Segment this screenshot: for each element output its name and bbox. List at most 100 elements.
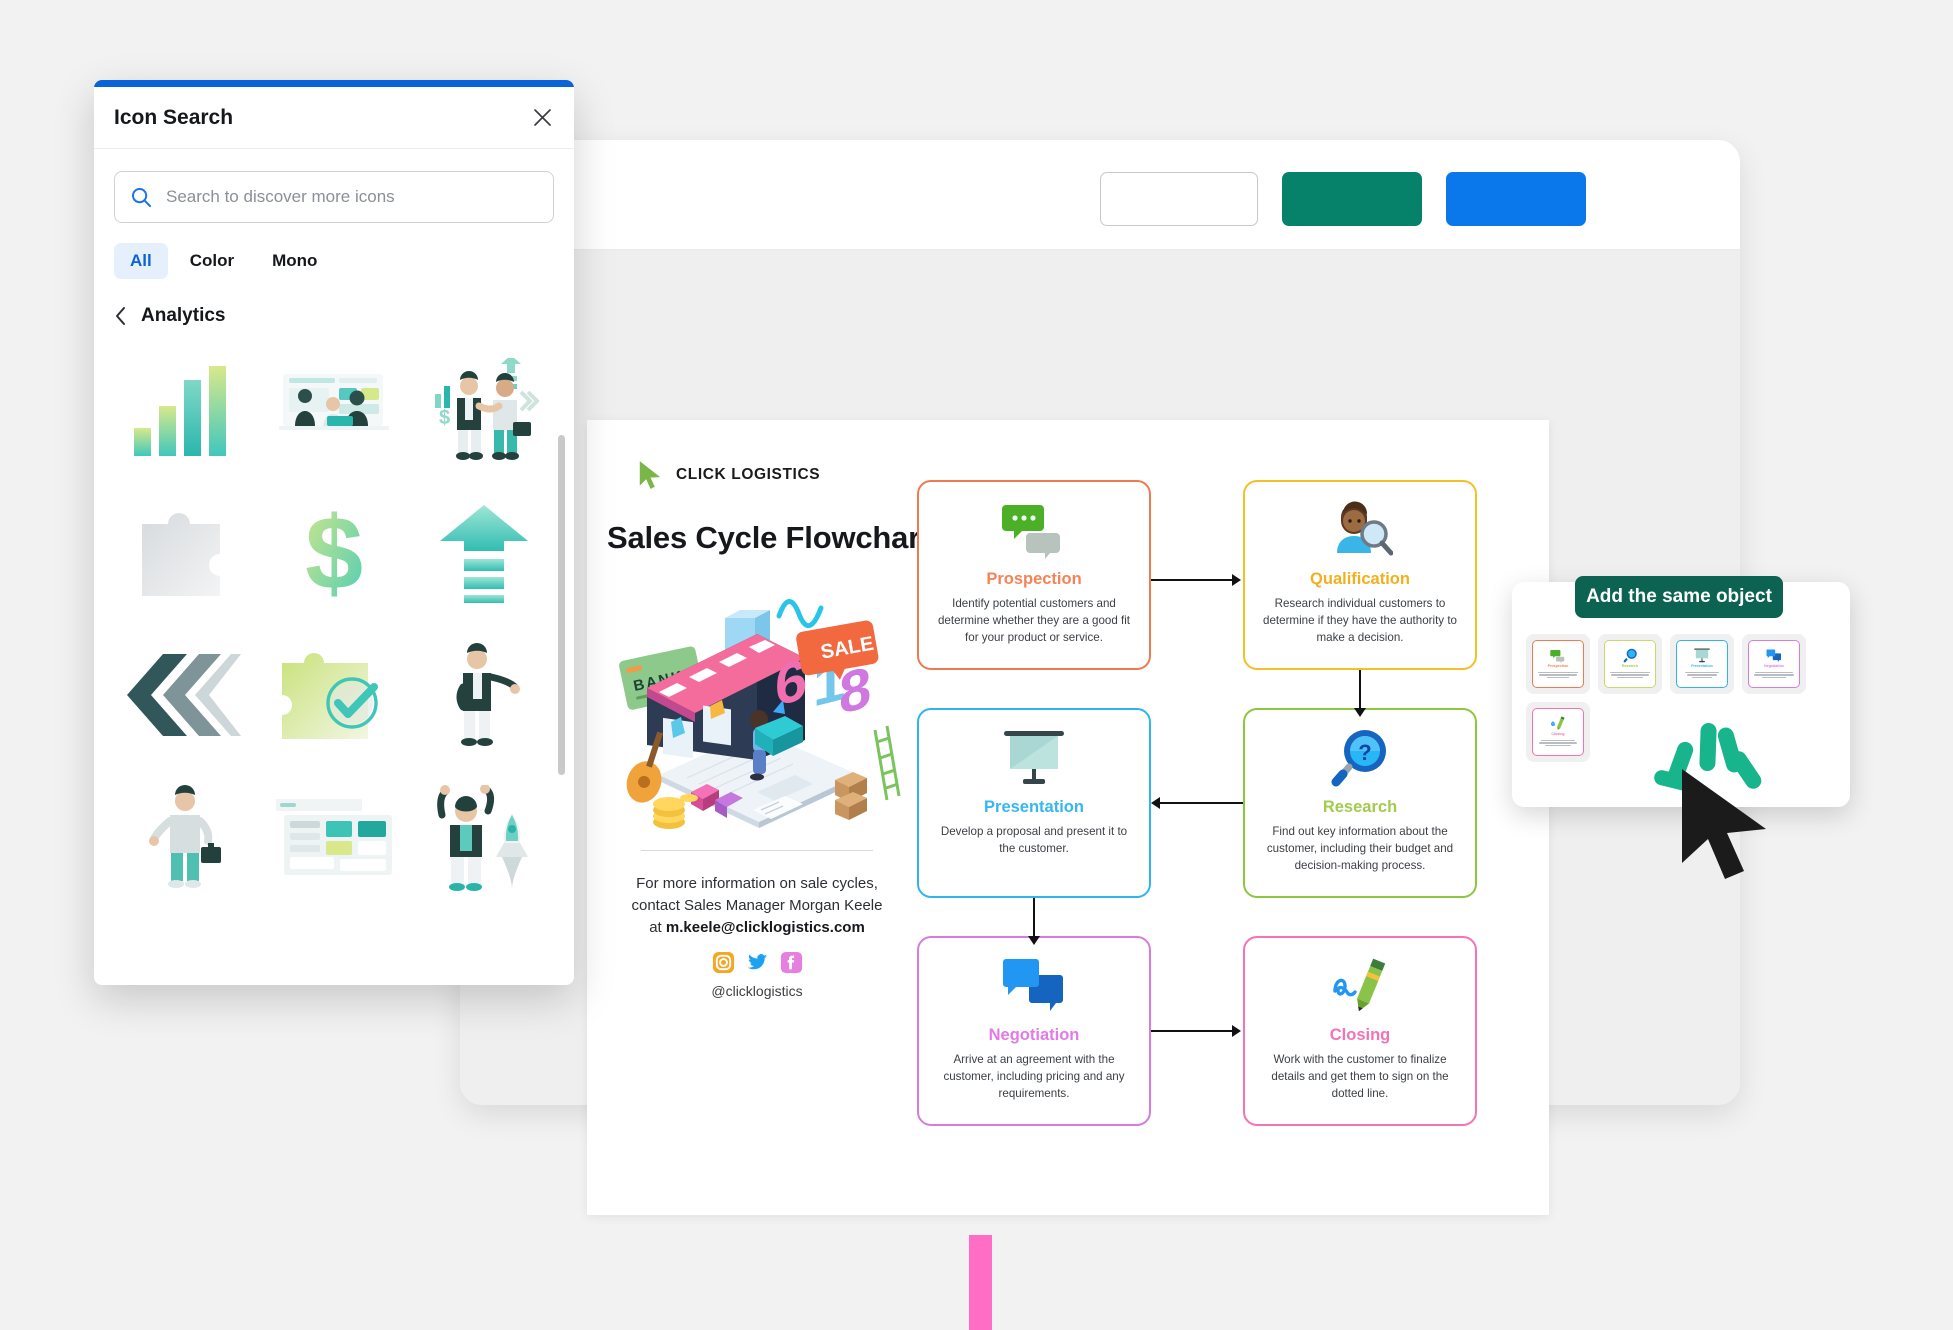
brand-row: CLICK LOGISTICS [607, 460, 907, 490]
upward-arrow-icon [440, 504, 528, 603]
contact-line-2: contact Sales Manager Morgan Keele [631, 896, 883, 914]
thumbnail-item-closing[interactable]: Closing [1526, 702, 1590, 762]
flow-card-description: Work with the customer to finalize detai… [1271, 1053, 1449, 1100]
magnifier-question-icon [1623, 648, 1638, 663]
add-same-object-button[interactable]: Add the same object [1575, 576, 1783, 618]
icon-cell-puzzle-check[interactable] [262, 634, 406, 756]
thumbnail-text-lines [1537, 670, 1579, 679]
icon-cell-businessman-briefcase[interactable] [112, 777, 256, 899]
ecommerce-618-sale-illustration: BANK 6 1 8 SALE [619, 599, 901, 829]
icon-cell-presenting-person[interactable] [412, 634, 556, 756]
green-speech-bubbles-icon [919, 496, 1149, 564]
thumbnail-item-research[interactable]: Research [1598, 634, 1662, 694]
team-meeting-illustration-icon [279, 374, 389, 430]
category-header: Analytics [114, 305, 554, 327]
blue-speech-bubbles-icon [1765, 648, 1783, 663]
flow-card-description: Research individual customers to determi… [1263, 597, 1457, 644]
blue-speech-bubbles-icon [919, 952, 1149, 1020]
icon-cell-puzzle-piece[interactable] [112, 492, 256, 614]
icon-cell-upward-arrow[interactable] [412, 492, 556, 614]
thumbnail-title: Negotiation [1764, 664, 1784, 669]
document-page[interactable]: CLICK LOGISTICS Sales Cycle Flowchart BA… [587, 420, 1549, 1215]
bar-chart-icon [134, 366, 226, 456]
double-chevron-left-icon [127, 654, 241, 736]
flow-card-title: Negotiation [988, 1026, 1080, 1044]
flow-card-description: Identify potential customers and determi… [937, 597, 1131, 644]
magnifier-question-icon: ? [1245, 724, 1475, 792]
contact-email: m.keele@clicklogistics.com [665, 918, 865, 936]
puzzle-check-icon [282, 653, 378, 739]
flow-card-description: Develop a proposal and present it to the… [940, 825, 1128, 855]
pen-signature-icon [1245, 952, 1475, 1020]
facebook-icon[interactable] [780, 951, 803, 974]
flow-card-prospection[interactable]: Prospection Identify potential customers… [917, 480, 1151, 670]
toolbar-outline-button[interactable] [1100, 172, 1258, 226]
thumbnail-title: Closing [1551, 732, 1565, 737]
filter-tabs: All Color Mono [114, 243, 554, 279]
celebrating-person-rocket-illustration-icon [437, 784, 528, 891]
green-cursor-arrow-icon [639, 461, 661, 489]
flow-card-qualification[interactable]: Qualification Research individual custom… [1243, 480, 1477, 670]
flowchart: Prospection Identify potential customers… [917, 480, 1537, 1140]
filter-tab-all[interactable]: All [114, 243, 168, 279]
icon-cell-business-handshake[interactable]: $ [412, 349, 556, 471]
icon-cell-bar-chart[interactable] [112, 349, 256, 471]
icon-search-panel: Icon Search All Color Mono Analytics [94, 80, 574, 985]
social-handle: @clicklogistics [711, 983, 803, 1000]
thumbnail-item-prospection[interactable]: Prospection [1526, 634, 1590, 694]
svg-text:$: $ [305, 501, 363, 605]
thumbnail-title: Research [1621, 664, 1639, 669]
contact-line-1: For more information on sale cycles, [636, 875, 878, 892]
mouse-pointer-cursor [1682, 769, 1766, 879]
thumbnail-title: Prospection [1547, 664, 1569, 669]
icon-cell-double-chevron-left[interactable] [112, 634, 256, 756]
dashboard-window-icon [276, 798, 392, 875]
toolbar-green-button[interactable] [1282, 172, 1422, 226]
search-box[interactable] [114, 171, 554, 223]
close-icon[interactable] [528, 104, 556, 132]
chevron-left-icon[interactable] [114, 306, 127, 326]
icon-cell-celebrating-person-rocket[interactable] [412, 777, 556, 899]
twitter-icon[interactable] [746, 951, 769, 974]
flow-card-title: Research [1322, 798, 1398, 816]
thumbnail-text-lines [1537, 738, 1579, 747]
presenting-person-illustration-icon [456, 643, 520, 746]
panel-header: Icon Search [94, 87, 574, 149]
flow-card-closing[interactable]: Closing Work with the customer to finali… [1243, 936, 1477, 1126]
icon-cell-team-meeting[interactable] [262, 349, 406, 471]
social-row [607, 951, 907, 974]
filter-tab-color[interactable]: Color [174, 243, 250, 279]
poster-left-column: CLICK LOGISTICS Sales Cycle Flowchart BA… [607, 460, 931, 1000]
page-title: Sales Cycle Flowchart [607, 520, 931, 555]
arrow-qualification-to-research [1353, 670, 1367, 720]
contact-line-3-prefix: at [649, 918, 666, 936]
filter-tab-mono[interactable]: Mono [256, 243, 333, 279]
flow-card-research[interactable]: ? Research Find out key information abou… [1243, 708, 1477, 898]
puzzle-piece-icon [142, 512, 220, 596]
dollar-sign-icon: $ [305, 501, 363, 605]
svg-text:?: ? [1358, 740, 1371, 765]
svg-text:$: $ [439, 407, 450, 429]
flow-card-negotiation[interactable]: Negotiation Arrive at an agreement with … [917, 936, 1151, 1126]
icon-grid: $ $ [112, 349, 556, 909]
icon-cell-dashboard-window[interactable] [262, 777, 406, 899]
instagram-icon[interactable] [712, 951, 735, 974]
thumbnail-title: Presentation [1691, 664, 1713, 669]
thumbnail-item-negotiation[interactable]: Negotiation [1742, 634, 1806, 694]
flow-card-title: Closing [1329, 1026, 1391, 1044]
arrow-presentation-to-negotiation [1027, 898, 1041, 948]
businessman-briefcase-illustration-icon [149, 784, 221, 888]
pink-accent-bar[interactable] [969, 1235, 992, 1330]
arrow-research-to-presentation [1151, 796, 1243, 810]
green-speech-bubbles-icon [1548, 648, 1568, 663]
search-input[interactable] [164, 186, 537, 208]
icon-cell-dollar-sign[interactable]: $ [262, 492, 406, 614]
panel-scrollbar[interactable] [558, 435, 565, 775]
toolbar-blue-button[interactable] [1446, 172, 1586, 226]
brand-name: CLICK LOGISTICS [676, 466, 821, 483]
divider [641, 850, 873, 851]
flow-card-title: Presentation [984, 798, 1084, 816]
flow-card-title: Qualification [1310, 570, 1410, 588]
flow-card-presentation[interactable]: Presentation Develop a proposal and pres… [917, 708, 1151, 898]
thumbnail-item-presentation[interactable]: Presentation [1670, 634, 1734, 694]
